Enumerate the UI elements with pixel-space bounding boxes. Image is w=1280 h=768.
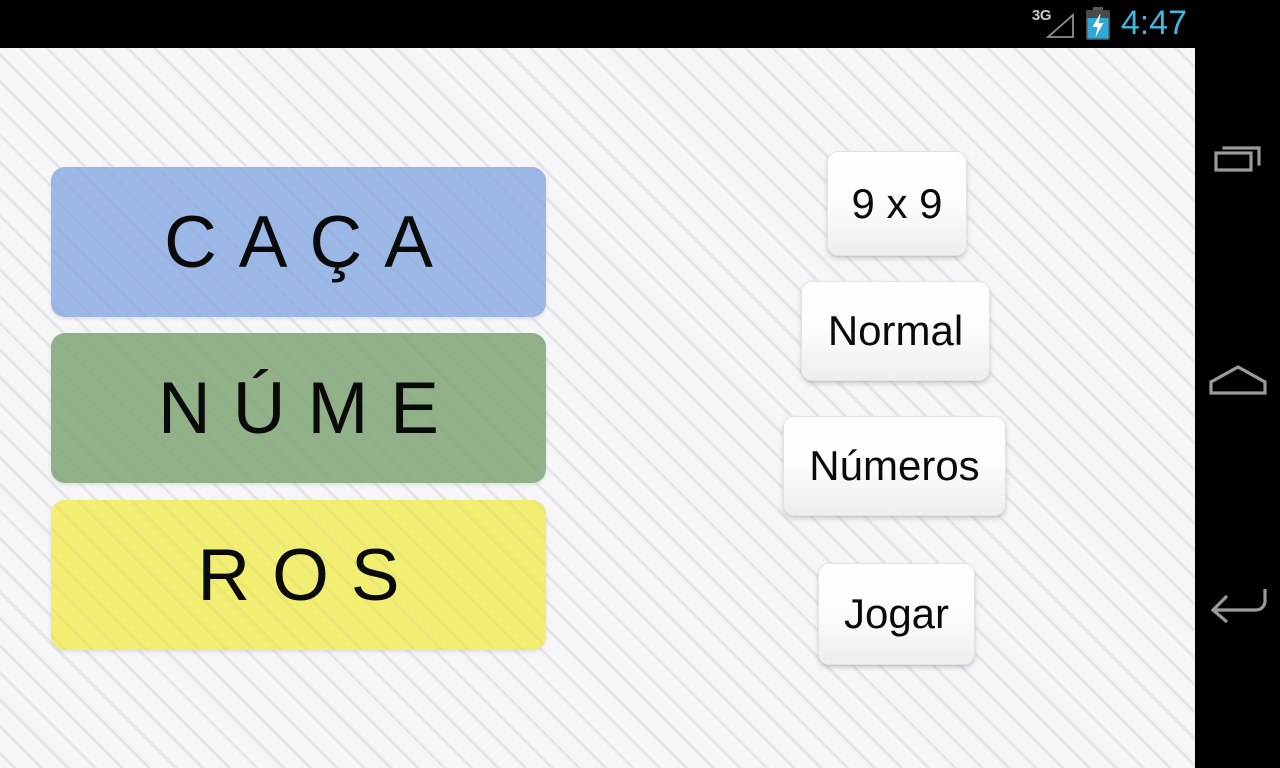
app-content: CAÇA NÚME ROS 9 x 9 Normal Números Jogar <box>0 48 1195 768</box>
home-button[interactable] <box>1195 350 1280 414</box>
title-tile-label: NÚME <box>158 367 461 449</box>
back-button[interactable] <box>1195 570 1280 634</box>
device-screen: 3G 4:47 CAÇA NÚME ROS 9 x 9 Normal Númer… <box>0 0 1280 768</box>
mode-label: Números <box>809 442 980 489</box>
play-button[interactable]: Jogar <box>818 563 975 665</box>
battery-charging-icon <box>1084 7 1112 41</box>
title-tile-label: CAÇA <box>164 201 455 283</box>
recents-button[interactable] <box>1195 128 1280 192</box>
difficulty-button[interactable]: Normal <box>801 281 990 381</box>
back-arrow-icon <box>1203 577 1273 628</box>
play-label: Jogar <box>843 590 950 637</box>
title-tile-nume: NÚME <box>51 333 546 483</box>
home-icon <box>1205 360 1271 405</box>
android-navigation-bar <box>1195 0 1280 768</box>
status-bar: 3G 4:47 <box>0 0 1195 48</box>
recents-icon <box>1208 137 1268 184</box>
mode-button[interactable]: Números <box>783 416 1006 516</box>
board-size-button[interactable]: 9 x 9 <box>827 151 967 256</box>
difficulty-label: Normal <box>827 307 964 354</box>
title-tile-label: ROS <box>197 534 422 616</box>
title-tile-caca: CAÇA <box>51 167 546 317</box>
title-tile-ros: ROS <box>51 500 546 650</box>
board-size-label: 9 x 9 <box>851 179 943 227</box>
status-bar-clock: 4:47 <box>1120 3 1187 42</box>
status-bar-icons: 3G 4:47 <box>1031 0 1187 48</box>
signal-triangle-empty-icon: 3G <box>1031 7 1075 41</box>
